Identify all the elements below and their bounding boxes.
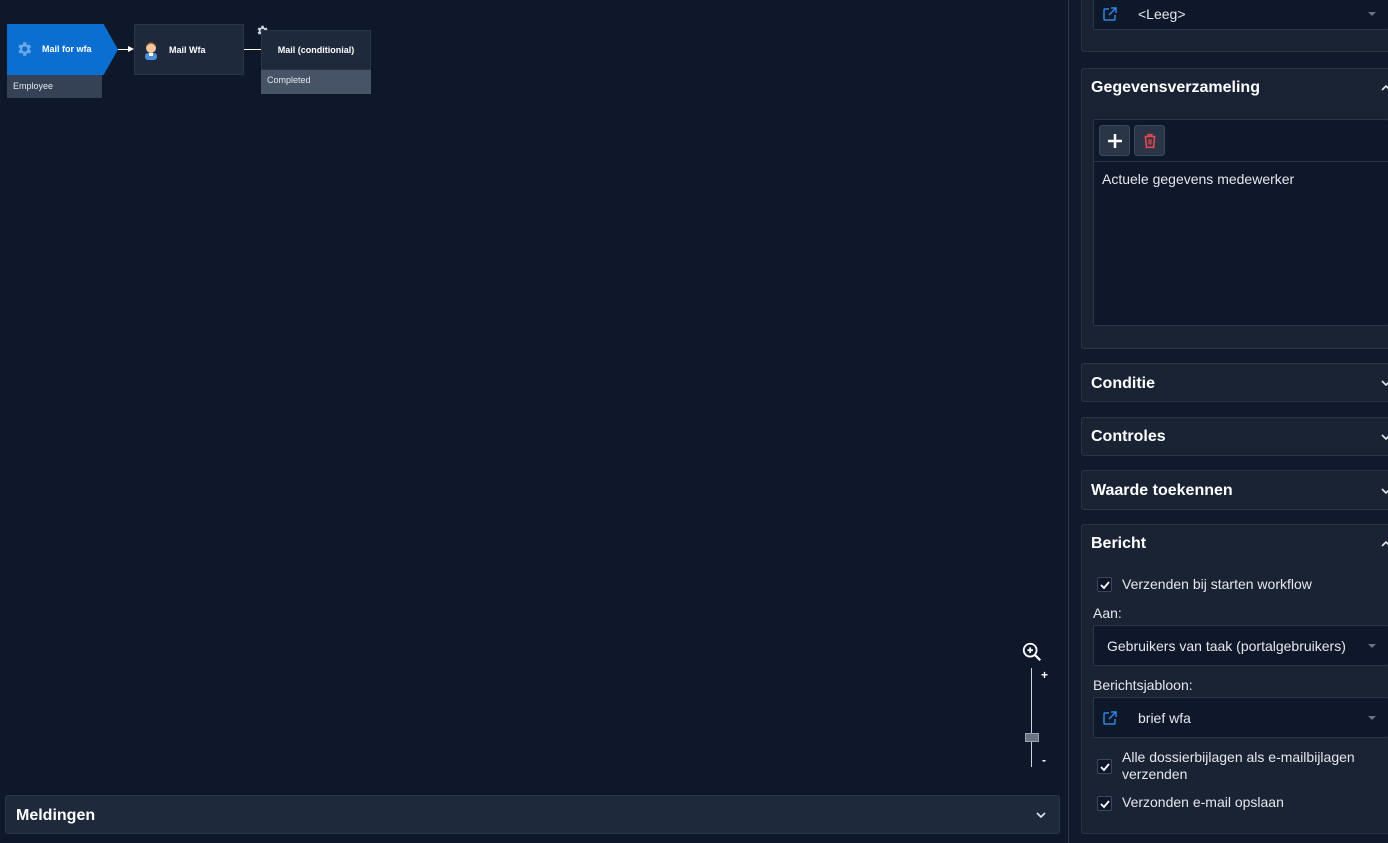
save-mail-label: Verzonden e-mail opslaan <box>1122 794 1284 810</box>
template-label: Berichtsjabloon: <box>1093 677 1193 693</box>
aan-label: Aan: <box>1093 605 1122 621</box>
attachments-label: Alle dossierbijlagen als e-mailbijlagen … <box>1122 749 1355 782</box>
workflow-canvas[interactable]: Mail for wfa Employee Mail Wfa Mail (con… <box>0 0 1068 843</box>
dropdown-arrow-icon[interactable] <box>1368 644 1376 648</box>
start-node-label: Mail for wfa <box>42 44 92 54</box>
waarde-title: Waarde toekennen <box>1091 482 1233 499</box>
divider <box>1094 161 1388 162</box>
external-link-icon[interactable] <box>1102 6 1118 22</box>
gear-icon <box>18 42 32 56</box>
external-link-icon[interactable] <box>1102 710 1118 726</box>
user-avatar-icon <box>145 42 157 60</box>
conditional-node-label: Mail (conditionial) <box>277 45 355 55</box>
top-select-field[interactable]: <Leeg> <box>1093 0 1388 30</box>
add-button[interactable] <box>1099 125 1130 156</box>
bericht-section: Bericht Verzenden bij starten workflow A… <box>1081 524 1388 834</box>
waarde-section[interactable]: Waarde toekennen <box>1081 470 1388 510</box>
conditional-node-sublabel: Completed <box>261 70 371 94</box>
chevron-down-icon[interactable] <box>1035 809 1047 821</box>
workflow-node-task[interactable]: Mail Wfa <box>134 24 244 75</box>
checkmark-icon <box>1100 581 1110 590</box>
zoom-slider-thumb[interactable] <box>1025 733 1039 742</box>
workflow-node-start[interactable]: Mail for wfa <box>7 24 118 75</box>
attachments-checkbox[interactable] <box>1097 759 1112 774</box>
send-on-start-checkbox[interactable] <box>1097 577 1112 592</box>
chevron-up-icon[interactable] <box>1380 538 1388 550</box>
checkmark-icon <box>1100 763 1110 772</box>
zoom-slider-track[interactable] <box>1031 668 1032 767</box>
checkmark-icon <box>1100 800 1110 809</box>
controles-section[interactable]: Controles <box>1081 417 1388 456</box>
chevron-down-icon[interactable] <box>1380 377 1388 389</box>
chevron-down-icon[interactable] <box>1380 431 1388 443</box>
zoom-in-icon[interactable] <box>1021 641 1043 663</box>
chevron-up-icon[interactable] <box>1380 82 1388 94</box>
trash-icon <box>1144 133 1156 149</box>
aan-select-value: Gebruikers van taak (portalgebruikers) <box>1107 638 1346 654</box>
task-node-label: Mail Wfa <box>169 45 206 55</box>
top-section: <Leeg> <box>1081 0 1388 52</box>
dropdown-arrow-icon[interactable] <box>1368 716 1376 720</box>
properties-panel: <Leeg> Gegevensverzameling Actuele gegev… <box>1068 0 1388 843</box>
send-on-start-label: Verzenden bij starten workflow <box>1122 576 1312 592</box>
bericht-title[interactable]: Bericht <box>1091 535 1146 553</box>
workflow-edge <box>118 49 128 50</box>
gegevens-section: Gegevensverzameling Actuele gegevens med… <box>1081 68 1388 349</box>
meldingen-panel[interactable]: Meldingen <box>5 795 1060 834</box>
save-mail-checkbox[interactable] <box>1097 796 1112 811</box>
workflow-node-conditional[interactable]: Mail (conditionial) <box>261 30 371 70</box>
top-select-value: <Leeg> <box>1138 6 1186 22</box>
template-select-value: brief wfa <box>1138 710 1191 726</box>
workflow-edge <box>244 49 261 50</box>
gegevens-list: Actuele gegevens medewerker <box>1093 119 1388 326</box>
chevron-down-icon[interactable] <box>1380 485 1388 497</box>
controles-title: Controles <box>1091 428 1166 445</box>
gegevens-title[interactable]: Gegevensverzameling <box>1091 79 1260 97</box>
template-select[interactable]: brief wfa <box>1093 697 1388 738</box>
conditie-section[interactable]: Conditie <box>1081 363 1388 402</box>
list-item[interactable]: Actuele gegevens medewerker <box>1102 171 1294 187</box>
zoom-minus-label: - <box>1042 753 1046 767</box>
plus-icon <box>1108 134 1122 148</box>
conditie-title: Conditie <box>1091 375 1155 392</box>
meldingen-title: Meldingen <box>16 807 96 824</box>
aan-select[interactable]: Gebruikers van taak (portalgebruikers) <box>1093 625 1388 666</box>
dropdown-arrow-icon[interactable] <box>1368 12 1376 16</box>
delete-button[interactable] <box>1134 125 1165 156</box>
zoom-plus-label: + <box>1041 668 1049 682</box>
start-node-sublabel: Employee <box>7 75 102 98</box>
